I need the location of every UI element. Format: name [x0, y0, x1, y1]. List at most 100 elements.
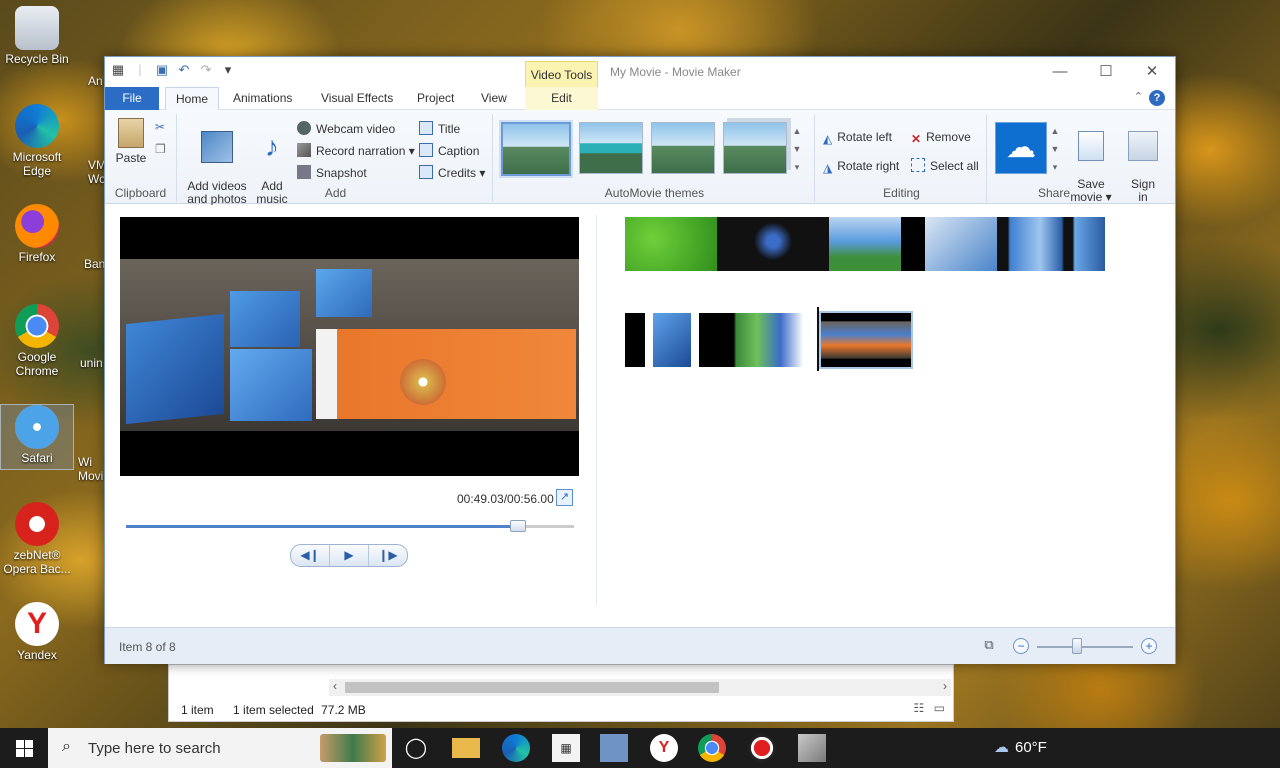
yandex-taskbar-icon[interactable]: Y — [650, 734, 678, 762]
collapse-ribbon-icon[interactable]: ⌃ — [1134, 90, 1143, 103]
cut-icon[interactable]: ✂ — [155, 118, 165, 136]
select-all-button[interactable]: Select all — [911, 157, 979, 175]
sign-in-button[interactable]: Sign in — [1121, 118, 1165, 204]
theme-pan-zoom[interactable] — [723, 122, 787, 174]
rotate-left-button[interactable]: ◭ Rotate left — [823, 128, 892, 146]
desktop-icon-edge[interactable]: Microsoft Edge — [0, 104, 74, 178]
scrollbar-thumb[interactable] — [345, 682, 719, 693]
add-music-button[interactable]: ♪ Add music ▾ — [253, 118, 291, 219]
title-button[interactable]: Title — [419, 120, 460, 138]
desktop-icon-partial[interactable]: unin — [80, 356, 103, 370]
maximize-button[interactable]: ☐ — [1083, 57, 1129, 87]
file-explorer-icon[interactable] — [452, 738, 480, 758]
horizontal-scrollbar[interactable]: ‹ › — [329, 679, 951, 696]
play-button[interactable]: ▶ — [330, 545, 369, 566]
credits-button[interactable]: Credits ▾ — [419, 164, 485, 182]
help-icon[interactable]: ? — [1149, 90, 1165, 106]
save-icon[interactable]: ▣ — [155, 63, 169, 77]
next-frame-button[interactable]: ❙▶ — [369, 545, 407, 566]
share-more-icon[interactable]: ▾ — [1049, 158, 1061, 176]
tab-project[interactable]: Project — [407, 87, 464, 110]
snapshot-button[interactable]: Snapshot — [297, 164, 367, 182]
customize-qat-icon[interactable]: ▾ — [221, 63, 235, 77]
webcam-video-button[interactable]: Webcam video — [297, 120, 395, 138]
storyboard-clip-selected[interactable] — [819, 311, 913, 369]
desktop-icon-partial[interactable]: An — [88, 74, 103, 88]
desktop-icon-zebnet[interactable]: zebNet® Opera Bac... — [0, 502, 74, 576]
large-icons-view-icon[interactable]: ▭ — [934, 701, 945, 715]
share-down-icon[interactable]: ▼ — [1049, 140, 1061, 158]
close-button[interactable]: ✕ — [1129, 57, 1175, 87]
weather-widget[interactable]: ☁ 60°F — [994, 738, 1047, 756]
storyboard-clip[interactable] — [699, 313, 815, 367]
scroll-right-icon[interactable]: › — [943, 679, 947, 693]
chrome-taskbar-icon[interactable] — [698, 734, 726, 762]
caption-button[interactable]: Caption — [419, 142, 479, 160]
paste-button[interactable]: Paste — [113, 118, 149, 165]
fullscreen-icon[interactable]: ↗ — [556, 489, 573, 506]
tab-visual-effects[interactable]: Visual Effects — [311, 87, 403, 110]
storyboard-clip[interactable] — [901, 217, 925, 271]
scroll-left-icon[interactable]: ‹ — [333, 679, 337, 693]
edge-taskbar-icon[interactable] — [502, 734, 530, 762]
zoom-out-icon[interactable]: − — [1013, 638, 1029, 654]
tab-edit[interactable]: Edit — [525, 87, 598, 110]
pane-divider[interactable] — [596, 215, 597, 605]
thumbnail-size-icon[interactable]: ⧉ — [979, 637, 999, 655]
tab-file[interactable]: File — [105, 87, 159, 110]
store-icon[interactable]: ▦ — [552, 734, 580, 762]
taskbar-search[interactable]: ⌕ Type here to search — [48, 728, 392, 768]
tab-home[interactable]: Home — [165, 87, 220, 111]
playhead[interactable] — [817, 307, 819, 371]
storyboard-clip[interactable] — [717, 217, 829, 271]
storyboard-clip[interactable] — [653, 313, 691, 367]
storyboard-clip[interactable] — [829, 217, 901, 271]
minimize-button[interactable]: — — [1037, 57, 1083, 87]
gallery-up-icon[interactable]: ▲ — [791, 122, 803, 140]
gallery-down-icon[interactable]: ▼ — [791, 140, 803, 158]
theme-fade[interactable] — [651, 122, 715, 174]
seek-bar[interactable] — [126, 520, 574, 532]
share-gallery-scroll[interactable]: ▲ ▼ ▾ — [1049, 122, 1061, 178]
theme-cinematic[interactable] — [579, 122, 643, 174]
tab-view[interactable]: View — [471, 87, 517, 110]
copy-icon[interactable]: ❐ — [155, 140, 166, 158]
zoom-track[interactable] — [1037, 646, 1133, 648]
zoom-slider-handle[interactable] — [1072, 638, 1083, 654]
desktop-icon-chrome[interactable]: Google Chrome — [0, 304, 74, 378]
tab-animations[interactable]: Animations — [223, 87, 302, 110]
undo-icon[interactable]: ↶ — [177, 63, 191, 77]
desktop-icon-firefox[interactable]: Firefox — [0, 204, 74, 264]
onedrive-share-button[interactable]: ☁ — [995, 122, 1047, 174]
details-view-icon[interactable]: ☷ — [914, 701, 925, 715]
view-toggle[interactable]: ☷ ▭ — [914, 701, 945, 715]
task-view-icon[interactable]: ◯ — [402, 734, 430, 762]
video-preview[interactable] — [120, 217, 579, 476]
theme-contemporary[interactable] — [501, 122, 571, 176]
desktop-icon-yandex[interactable]: Y Yandex — [0, 602, 74, 662]
previous-frame-button[interactable]: ◀❙ — [291, 545, 330, 566]
movie-maker-taskbar-icon[interactable] — [798, 734, 826, 762]
desktop-icon-partial[interactable]: Wi Movi — [78, 455, 103, 483]
storyboard-clip[interactable] — [997, 217, 1105, 271]
recorder-icon[interactable] — [748, 734, 776, 762]
remote-desktop-icon[interactable] — [600, 734, 628, 762]
storyboard-clip[interactable] — [625, 313, 645, 367]
desktop-icon-recycle-bin[interactable]: Recycle Bin — [0, 6, 74, 66]
start-button[interactable] — [0, 728, 48, 768]
gallery-scroll[interactable]: ▲ ▼ ▾ — [791, 122, 803, 178]
group-label: Share — [1037, 186, 1071, 200]
remove-button[interactable]: ✕ Remove — [911, 128, 971, 146]
storyboard-clip[interactable] — [925, 217, 997, 271]
desktop-icon-partial[interactable]: Ban — [84, 257, 105, 271]
gallery-more-icon[interactable]: ▾ — [791, 158, 803, 176]
record-narration-button[interactable]: Record narration ▾ — [297, 142, 415, 160]
partial-label: unin — [80, 356, 103, 370]
storyboard-clip[interactable] — [625, 217, 717, 271]
desktop-icon-safari[interactable]: Safari — [0, 404, 74, 470]
redo-icon[interactable]: ↷ — [199, 63, 213, 77]
zoom-in-icon[interactable]: + — [1141, 638, 1157, 654]
seek-handle[interactable] — [510, 520, 526, 532]
share-up-icon[interactable]: ▲ — [1049, 122, 1061, 140]
rotate-right-button[interactable]: ◮ Rotate right — [823, 157, 899, 175]
